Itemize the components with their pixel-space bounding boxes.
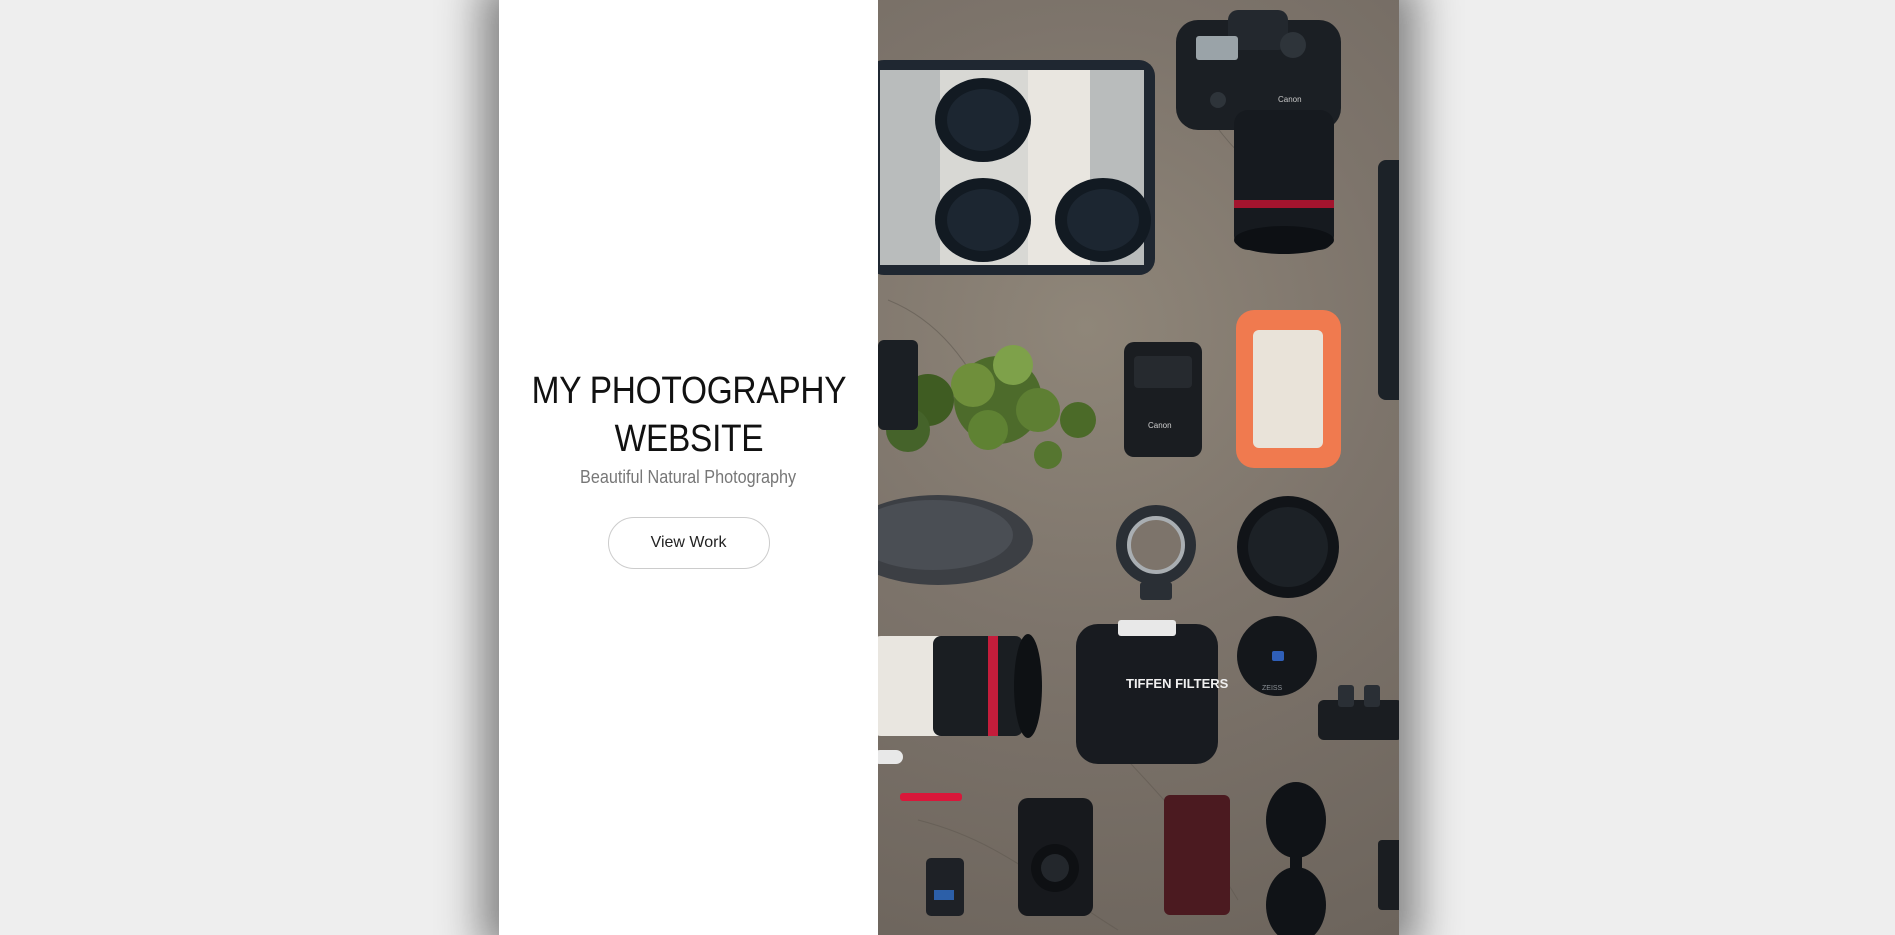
sunglasses bbox=[1266, 782, 1326, 935]
charger-brand-label: Canon bbox=[1148, 421, 1172, 430]
hero-intro: MY PHOTOGRAPHY WEBSITE Beautiful Natural… bbox=[499, 0, 878, 935]
lens-hood bbox=[1237, 496, 1339, 598]
battery-charger: Canon bbox=[1124, 342, 1202, 457]
dslr-camera: Canon bbox=[1176, 10, 1341, 254]
view-work-button[interactable]: View Work bbox=[607, 516, 770, 569]
camera-battery bbox=[926, 858, 964, 916]
compact-camera bbox=[1018, 798, 1093, 916]
landing-page: MY PHOTOGRAPHY WEBSITE Beautiful Natural… bbox=[499, 0, 1399, 935]
red-pen bbox=[900, 793, 962, 801]
external-drive-maroon bbox=[1164, 795, 1230, 915]
filter-pouch bbox=[878, 60, 1155, 275]
tripod-edge bbox=[1378, 160, 1399, 400]
telephoto-lens bbox=[878, 634, 1042, 738]
page-subtitle: Beautiful Natural Photography bbox=[580, 466, 797, 487]
mirrorless-camera-edge bbox=[878, 340, 918, 430]
portable-hard-drive bbox=[1236, 310, 1341, 468]
hero-photo: Canon Canon TIFFEN FILTERS ZEISS bbox=[878, 0, 1399, 935]
lens-adapter bbox=[1116, 505, 1196, 600]
tiffen-filter-pouch: TIFFEN FILTERS bbox=[1076, 620, 1229, 764]
page-title: MY PHOTOGRAPHY WEBSITE bbox=[531, 369, 846, 460]
zeiss-lens-cap: ZEISS bbox=[1237, 616, 1317, 696]
tripod-head bbox=[1318, 685, 1399, 740]
camera-gear-image: Canon Canon TIFFEN FILTERS ZEISS bbox=[878, 10, 1399, 935]
camera-brand-label: Canon bbox=[1278, 95, 1302, 104]
lens-cap-brand-label: ZEISS bbox=[1262, 685, 1283, 692]
tiffen-brand-label: TIFFEN FILTERS bbox=[1126, 676, 1229, 691]
